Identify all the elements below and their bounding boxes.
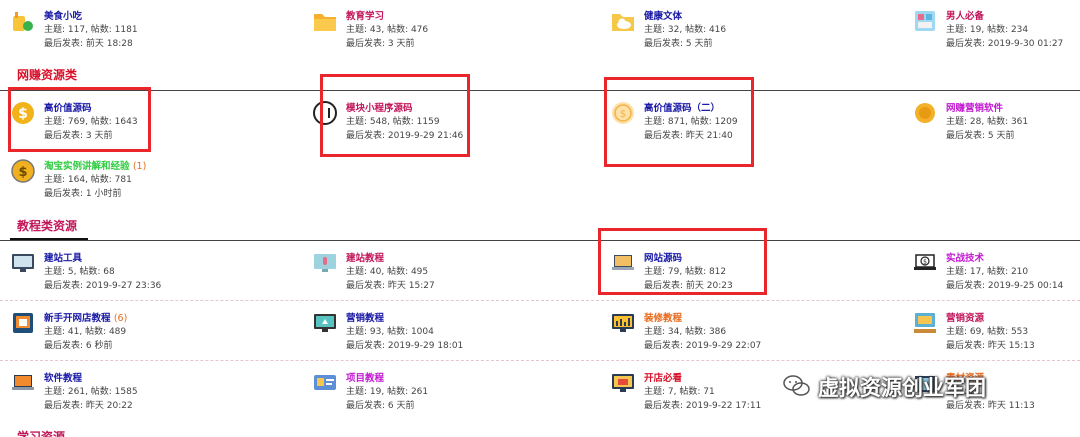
forum-site-tutorial-link[interactable]: 建站教程 <box>346 253 384 264</box>
forum-newbie-shop: 新手开网店教程 (6) 主题: 41, 帖数: 489 最后发表: 6 秒前 <box>10 310 260 356</box>
forum-stats: 主题: 40, 帖数: 495 <box>346 267 429 277</box>
forum-software-tutorial-link[interactable]: 软件教程 <box>44 373 82 384</box>
row-divider <box>0 360 1080 361</box>
forum-last-post: 最后发表: 2019-9-29 22:07 <box>644 341 762 351</box>
forum-marketing-software-link[interactable]: 网赚营销软件 <box>946 103 1003 114</box>
cabinet-icon <box>915 11 935 31</box>
desk-monitor-icon <box>914 313 936 333</box>
forum-site-tools-link[interactable]: 建站工具 <box>44 253 82 264</box>
food-icon <box>13 12 33 31</box>
new-post-count: (1) <box>132 161 147 172</box>
forum-health: 健康文体 主题: 32, 帖数: 416 最后发表: 5 天前 <box>610 8 860 54</box>
forum-stats: 主题: 17, 帖数: 210 <box>946 267 1029 277</box>
forum-stats: 主题: 164, 帖数: 781 <box>44 175 132 185</box>
forum-site-tutorial: 建站教程 主题: 40, 帖数: 495 最后发表: 昨天 15:27 <box>312 250 562 296</box>
forum-last-post: 最后发表: 5 天前 <box>946 131 1015 141</box>
laptop-dollar-icon: $ <box>914 254 936 270</box>
chart-monitor-icon <box>612 314 634 332</box>
section-title-wangzhuan[interactable]: 网赚资源类 <box>17 66 77 83</box>
forum-decoration-tutorial-link[interactable]: 装修教程 <box>644 313 682 324</box>
svg-text:$: $ <box>18 165 27 180</box>
row-divider <box>0 300 1080 301</box>
forum-project-tutorial: 项目教程 主题: 19, 帖数: 261 最后发表: 6 天前 <box>312 370 562 416</box>
forum-marketing-resources-link[interactable]: 营销资源 <box>946 313 984 324</box>
wechat-icon <box>783 375 810 396</box>
forum-last-post: 最后发表: 2019-9-30 01:27 <box>946 39 1064 49</box>
highlight-box <box>598 228 767 295</box>
section-title-xuexi[interactable]: 学习资源 <box>17 428 65 437</box>
highlight-box <box>320 74 470 157</box>
forum-stats: 主题: 32, 帖数: 416 <box>644 25 727 35</box>
card-icon <box>314 375 336 390</box>
forum-software-tutorial: 软件教程 主题: 261, 帖数: 1585 最后发表: 昨天 20:22 <box>10 370 260 416</box>
watermark-text: 虚拟资源创业军团 <box>818 376 986 400</box>
forum-men: 男人必备 主题: 19, 帖数: 234 最后发表: 2019-9-30 01:… <box>912 8 1080 54</box>
forum-education-link[interactable]: 教育学习 <box>346 11 384 22</box>
folder-icon <box>314 14 336 31</box>
highlight-box <box>604 77 754 167</box>
svg-text:$: $ <box>923 259 927 266</box>
forum-project-tutorial-link[interactable]: 项目教程 <box>346 373 384 384</box>
forum-last-post: 最后发表: 6 秒前 <box>44 341 113 351</box>
forum-health-link[interactable]: 健康文体 <box>644 11 682 22</box>
dollar-coin-icon: $ <box>11 159 35 183</box>
forum-site-tools: 建站工具 主题: 5, 帖数: 68 最后发表: 2019-9-27 23:36 <box>10 250 260 296</box>
forum-last-post: 最后发表: 昨天 20:22 <box>44 401 133 411</box>
forum-stats: 主题: 19, 帖数: 234 <box>946 25 1029 35</box>
forum-marketing-resources: 营销资源 主题: 69, 帖数: 553 最后发表: 昨天 15:13 <box>912 310 1080 356</box>
forum-stats: 主题: 93, 帖数: 1004 <box>346 327 434 337</box>
forum-stats: 主题: 41, 帖数: 489 <box>44 327 127 337</box>
forum-last-post: 最后发表: 2019-9-25 00:14 <box>946 281 1064 291</box>
gold-medal-icon <box>915 103 935 123</box>
forum-stats: 主题: 117, 帖数: 1181 <box>44 25 138 35</box>
forum-stats: 主题: 7, 帖数: 71 <box>644 387 715 397</box>
forum-decoration-tutorial: 装修教程 主题: 34, 帖数: 386 最后发表: 2019-9-29 22:… <box>610 310 860 356</box>
forum-stats: 主题: 261, 帖数: 1585 <box>44 387 138 397</box>
forum-food: 美食小吃 主题: 117, 帖数: 1181 最后发表: 前天 18:28 <box>10 8 260 54</box>
recycle-monitor-icon <box>314 314 336 332</box>
forum-last-post: 最后发表: 2019-9-27 23:36 <box>44 281 162 291</box>
shop-monitor-icon <box>612 374 634 392</box>
tablet-shop-icon <box>13 313 33 333</box>
forum-last-post: 最后发表: 昨天 15:13 <box>946 341 1035 351</box>
forum-practical-tech-link[interactable]: 实战技术 <box>946 253 984 264</box>
section-title-jiaocheng[interactable]: 教程类资源 <box>17 217 77 234</box>
forum-last-post: 最后发表: 3 天前 <box>346 39 415 49</box>
forum-stats: 主题: 19, 帖数: 261 <box>346 387 429 397</box>
forum-stats: 主题: 28, 帖数: 361 <box>946 117 1029 127</box>
monitor-mic-icon <box>314 254 336 272</box>
forum-stats: 主题: 34, 帖数: 386 <box>644 327 727 337</box>
forum-food-link[interactable]: 美食小吃 <box>44 11 82 22</box>
forum-taobao-experience: $ 淘宝实例讲解和经验 (1) 主题: 164, 帖数: 781 最后发表: 1… <box>10 158 260 204</box>
forum-shop-must-read-link[interactable]: 开店必看 <box>644 373 682 384</box>
section-divider <box>0 240 1080 241</box>
section-divider <box>0 90 1080 91</box>
forum-last-post: 最后发表: 昨天 15:27 <box>346 281 435 291</box>
forum-stats: 主题: 69, 帖数: 553 <box>946 327 1029 337</box>
forum-last-post: 最后发表: 5 天前 <box>644 39 713 49</box>
forum-men-link[interactable]: 男人必备 <box>946 11 984 22</box>
forum-education: 教育学习 主题: 43, 帖数: 476 最后发表: 3 天前 <box>312 8 562 54</box>
forum-last-post: 最后发表: 2019-9-22 17:11 <box>644 401 762 411</box>
forum-newbie-shop-link[interactable]: 新手开网店教程 <box>44 313 111 324</box>
forum-marketing-tutorial: 营销教程 主题: 93, 帖数: 1004 最后发表: 2019-9-29 18… <box>312 310 562 356</box>
forum-stats: 主题: 5, 帖数: 68 <box>44 267 115 277</box>
forum-marketing-tutorial-link[interactable]: 营销教程 <box>346 313 384 324</box>
new-post-count: (6) <box>113 313 128 324</box>
forum-taobao-experience-link[interactable]: 淘宝实例讲解和经验 <box>44 161 130 172</box>
highlight-box <box>8 87 151 152</box>
laptop-orange-icon <box>12 375 34 390</box>
forum-marketing-software: 网赚营销软件 主题: 28, 帖数: 361 最后发表: 5 天前 <box>912 100 1080 146</box>
monitor-icon <box>12 254 34 272</box>
forum-last-post: 最后发表: 前天 18:28 <box>44 39 133 49</box>
forum-stats: 主题: 43, 帖数: 476 <box>346 25 429 35</box>
forum-practical-tech: $ 实战技术 主题: 17, 帖数: 210 最后发表: 2019-9-25 0… <box>912 250 1080 296</box>
cloud-icon <box>612 14 634 31</box>
forum-last-post: 最后发表: 6 天前 <box>346 401 415 411</box>
forum-last-post: 最后发表: 2019-9-29 18:01 <box>346 341 464 351</box>
forum-last-post: 最后发表: 1 小时前 <box>44 189 122 199</box>
